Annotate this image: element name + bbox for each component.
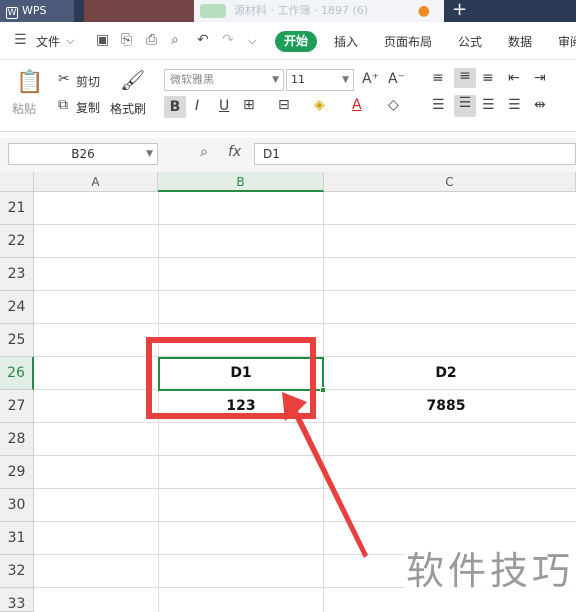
red-arrow-annotation xyxy=(282,392,368,558)
watermark: 软件技巧 xyxy=(404,548,576,594)
wps-spreadsheet-window: W WPS 源材料 · 工作簿 · 1897 (6) ● + ☰ 文件 ⌵ ▣ ⎘… xyxy=(0,0,576,612)
